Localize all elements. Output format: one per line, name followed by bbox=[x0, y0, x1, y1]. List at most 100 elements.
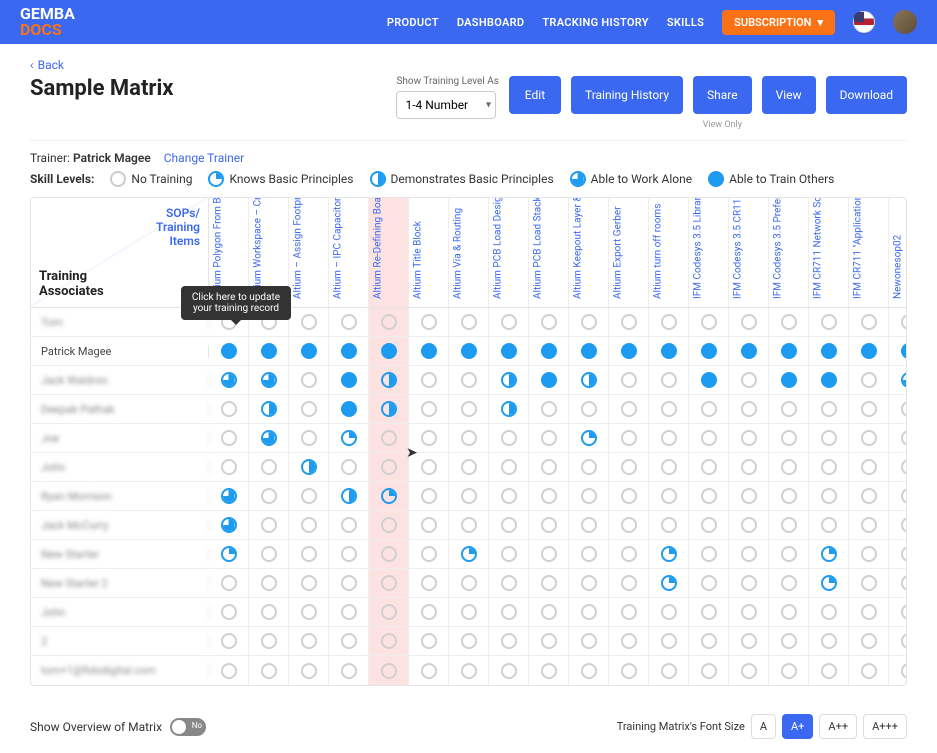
skill-cell[interactable] bbox=[369, 308, 409, 336]
associate-name[interactable]: New Starter bbox=[31, 548, 209, 561]
skill-cell[interactable] bbox=[809, 627, 849, 655]
skill-cell[interactable] bbox=[809, 424, 849, 452]
skill-cell[interactable] bbox=[809, 366, 849, 394]
column-header[interactable]: Altium Export Gerber bbox=[609, 198, 649, 307]
skill-cell[interactable] bbox=[249, 511, 289, 539]
column-header[interactable]: IFM CR711 Network Scan bbox=[809, 198, 849, 307]
skill-cell[interactable] bbox=[529, 627, 569, 655]
nav-product[interactable]: PRODUCT bbox=[387, 16, 439, 29]
skill-cell[interactable] bbox=[889, 656, 907, 685]
user-avatar[interactable] bbox=[893, 10, 917, 34]
skill-cell[interactable] bbox=[609, 511, 649, 539]
skill-cell[interactable] bbox=[489, 453, 529, 481]
skill-cell[interactable] bbox=[249, 453, 289, 481]
font-size-button[interactable]: A++ bbox=[819, 714, 857, 739]
skill-cell[interactable] bbox=[369, 540, 409, 568]
skill-cell[interactable] bbox=[209, 569, 249, 597]
skill-cell[interactable] bbox=[209, 540, 249, 568]
skill-cell[interactable] bbox=[809, 395, 849, 423]
skill-cell[interactable] bbox=[569, 627, 609, 655]
skill-cell[interactable] bbox=[489, 395, 529, 423]
skill-cell[interactable] bbox=[329, 337, 369, 365]
skill-cell[interactable] bbox=[689, 337, 729, 365]
skill-cell[interactable] bbox=[449, 424, 489, 452]
skill-cell[interactable] bbox=[569, 424, 609, 452]
skill-cell[interactable] bbox=[729, 598, 769, 626]
skill-cell[interactable] bbox=[849, 395, 889, 423]
skill-cell[interactable] bbox=[329, 656, 369, 685]
skill-cell[interactable] bbox=[889, 482, 907, 510]
skill-cell[interactable] bbox=[449, 366, 489, 394]
skill-cell[interactable] bbox=[689, 540, 729, 568]
skill-cell[interactable] bbox=[649, 424, 689, 452]
skill-cell[interactable] bbox=[689, 482, 729, 510]
column-header[interactable]: Altium turn off rooms bbox=[649, 198, 689, 307]
skill-cell[interactable] bbox=[649, 337, 689, 365]
skill-cell[interactable] bbox=[689, 453, 729, 481]
skill-cell[interactable] bbox=[609, 540, 649, 568]
skill-cell[interactable] bbox=[569, 482, 609, 510]
skill-cell[interactable] bbox=[769, 511, 809, 539]
skill-cell[interactable] bbox=[209, 511, 249, 539]
skill-cell[interactable] bbox=[329, 598, 369, 626]
skill-cell[interactable] bbox=[449, 627, 489, 655]
skill-cell[interactable] bbox=[249, 482, 289, 510]
skill-cell[interactable] bbox=[209, 482, 249, 510]
skill-cell[interactable] bbox=[529, 511, 569, 539]
skill-cell[interactable] bbox=[449, 395, 489, 423]
skill-cell[interactable] bbox=[529, 598, 569, 626]
column-header[interactable]: Altium Via & Routing bbox=[449, 198, 489, 307]
skill-cell[interactable] bbox=[209, 656, 249, 685]
skill-cell[interactable] bbox=[329, 511, 369, 539]
skill-cell[interactable] bbox=[249, 656, 289, 685]
skill-cell[interactable] bbox=[249, 598, 289, 626]
skill-cell[interactable] bbox=[809, 656, 849, 685]
skill-cell[interactable] bbox=[649, 395, 689, 423]
column-header[interactable]: Newonesop02 bbox=[889, 198, 907, 307]
skill-cell[interactable] bbox=[809, 569, 849, 597]
back-link[interactable]: ‹ Back bbox=[30, 58, 907, 72]
skill-cell[interactable] bbox=[329, 424, 369, 452]
skill-cell[interactable] bbox=[409, 627, 449, 655]
skill-cell[interactable] bbox=[769, 540, 809, 568]
skill-cell[interactable] bbox=[849, 598, 889, 626]
skill-cell[interactable] bbox=[489, 366, 529, 394]
column-header[interactable]: Altium Title Block bbox=[409, 198, 449, 307]
skill-cell[interactable] bbox=[609, 308, 649, 336]
skill-cell[interactable] bbox=[489, 569, 529, 597]
skill-cell[interactable] bbox=[329, 308, 369, 336]
skill-cell[interactable] bbox=[849, 453, 889, 481]
skill-cell[interactable] bbox=[889, 395, 907, 423]
skill-cell[interactable] bbox=[769, 395, 809, 423]
associate-name[interactable]: Jack McCurry bbox=[31, 519, 209, 532]
skill-cell[interactable] bbox=[729, 656, 769, 685]
skill-cell[interactable] bbox=[489, 627, 529, 655]
skill-cell[interactable] bbox=[369, 627, 409, 655]
skill-cell[interactable] bbox=[249, 424, 289, 452]
skill-cell[interactable] bbox=[849, 569, 889, 597]
skill-cell[interactable] bbox=[769, 424, 809, 452]
language-flag-icon[interactable] bbox=[853, 11, 875, 33]
skill-cell[interactable] bbox=[649, 511, 689, 539]
column-header[interactable]: IFM CR711 "Application not found" error bbox=[849, 198, 889, 307]
skill-cell[interactable] bbox=[289, 337, 329, 365]
skill-cell[interactable] bbox=[449, 453, 489, 481]
skill-cell[interactable] bbox=[249, 627, 289, 655]
skill-cell[interactable] bbox=[289, 366, 329, 394]
skill-cell[interactable] bbox=[849, 308, 889, 336]
skill-cell[interactable] bbox=[729, 337, 769, 365]
skill-cell[interactable] bbox=[489, 482, 529, 510]
skill-cell[interactable] bbox=[729, 569, 769, 597]
download-button[interactable]: Download bbox=[826, 76, 907, 114]
skill-cell[interactable] bbox=[289, 482, 329, 510]
skill-cell[interactable] bbox=[729, 540, 769, 568]
skill-cell[interactable] bbox=[409, 598, 449, 626]
skill-cell[interactable] bbox=[449, 656, 489, 685]
font-size-button[interactable]: A+++ bbox=[863, 714, 907, 739]
skill-cell[interactable] bbox=[809, 308, 849, 336]
skill-cell[interactable] bbox=[369, 453, 409, 481]
skill-cell[interactable] bbox=[289, 395, 329, 423]
skill-cell[interactable] bbox=[649, 366, 689, 394]
skill-cell[interactable] bbox=[649, 627, 689, 655]
skill-cell[interactable] bbox=[729, 395, 769, 423]
